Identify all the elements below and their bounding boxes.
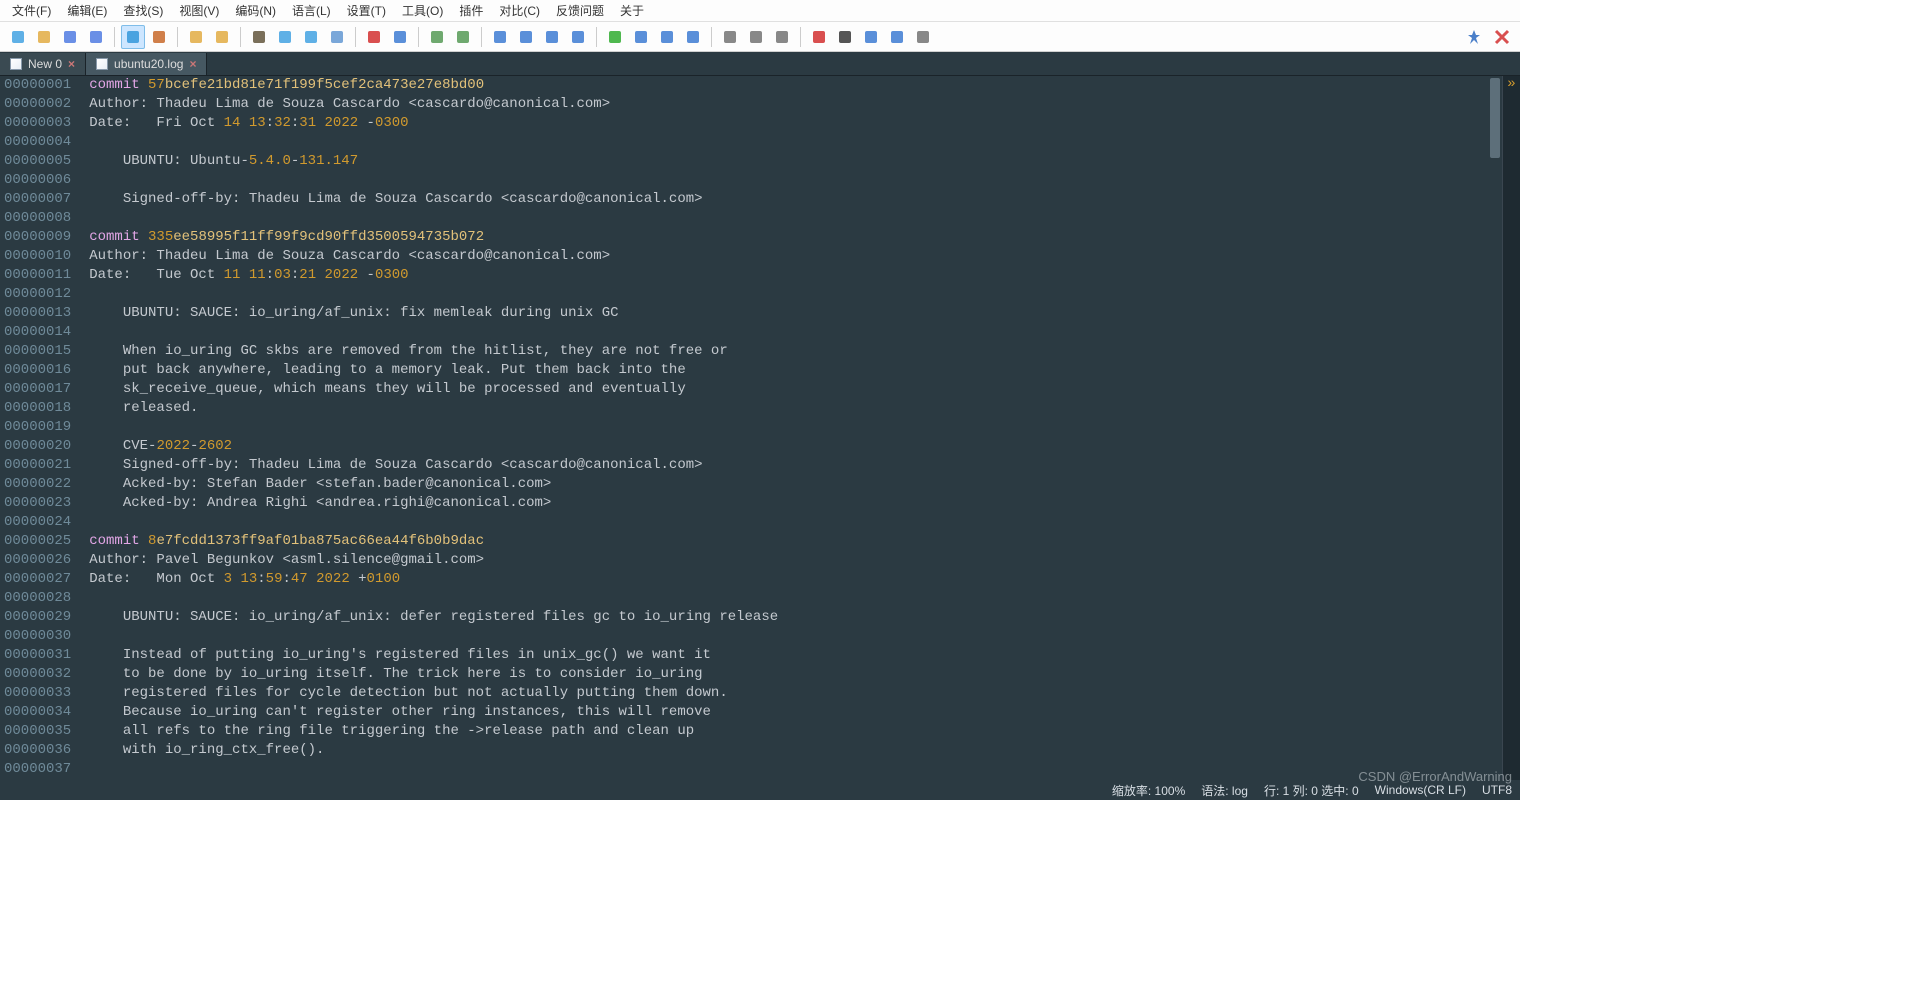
find-replace-icon[interactable]: [273, 25, 297, 49]
binoculars-icon[interactable]: [247, 25, 271, 49]
menu-编辑[interactable]: 编辑(E): [59, 0, 115, 21]
status-position: 行: 1 列: 0 选中: 0: [1264, 782, 1359, 799]
highlight-red-icon[interactable]: [362, 25, 386, 49]
menu-编码[interactable]: 编码(N): [227, 0, 284, 21]
align-left-icon[interactable]: [488, 25, 512, 49]
file-icon: [96, 58, 108, 70]
panel-split-icon[interactable]: [744, 25, 768, 49]
tab-bar: New 0 × ubuntu20.log ×: [0, 52, 1520, 76]
menu-关于[interactable]: 关于: [612, 0, 652, 21]
play-blue-icon[interactable]: [629, 25, 653, 49]
menu-文件[interactable]: 文件(F): [4, 0, 59, 21]
doc-search-icon[interactable]: [299, 25, 323, 49]
chevron-down-icon[interactable]: »: [1503, 76, 1520, 92]
panel-right-icon[interactable]: [770, 25, 794, 49]
tab-label: ubuntu20.log: [114, 57, 183, 71]
new-file-icon[interactable]: [6, 25, 30, 49]
toolbar: [0, 22, 1520, 52]
panel-left-icon[interactable]: [718, 25, 742, 49]
file-icon: [10, 58, 22, 70]
menu-插件[interactable]: 插件: [451, 0, 491, 21]
cut-icon[interactable]: [147, 25, 171, 49]
export-icon[interactable]: [911, 25, 935, 49]
stop-icon[interactable]: [833, 25, 857, 49]
menu-对比[interactable]: 对比(C): [491, 0, 548, 21]
menu-工具[interactable]: 工具(O): [394, 0, 451, 21]
close-icon[interactable]: ×: [189, 57, 196, 71]
status-bar: 缩放率: 100% 语法: log 行: 1 列: 0 选中: 0 Window…: [0, 780, 1520, 800]
menu-设置[interactable]: 设置(T): [339, 0, 394, 21]
indent-guide-icon[interactable]: [325, 25, 349, 49]
menu-反馈问题[interactable]: 反馈问题: [548, 0, 612, 21]
record-icon[interactable]: [807, 25, 831, 49]
menu-查找[interactable]: 查找(S): [115, 0, 171, 21]
code-editor[interactable]: 00000001 00000002 00000003 00000004 0000…: [0, 76, 1520, 796]
status-language[interactable]: 语法: log: [1201, 782, 1248, 799]
indent-decrease-icon[interactable]: [514, 25, 538, 49]
tab-ubuntu20-log[interactable]: ubuntu20.log ×: [86, 53, 207, 75]
tab-New-0[interactable]: New 0 ×: [0, 53, 86, 75]
zoom-out-icon[interactable]: [451, 25, 475, 49]
close-red-icon[interactable]: [1490, 25, 1514, 49]
pin-icon[interactable]: [1462, 25, 1486, 49]
menu-bar: 文件(F)编辑(E)查找(S)视图(V)编码(N)语言(L)设置(T)工具(O)…: [0, 0, 1520, 22]
open-folder-icon[interactable]: [32, 25, 56, 49]
indent-increase-icon[interactable]: [540, 25, 564, 49]
close-icon[interactable]: ×: [68, 57, 75, 71]
status-eol[interactable]: Windows(CR LF): [1375, 783, 1466, 797]
status-zoom[interactable]: 缩放率: 100%: [1112, 782, 1185, 799]
scrollbar-thumb[interactable]: [1490, 78, 1500, 158]
code-area[interactable]: commit 57bcefe21bd81e71f199f5cef2ca473e2…: [77, 76, 1488, 796]
compare-icon[interactable]: [681, 25, 705, 49]
menu-视图[interactable]: 视图(V): [171, 0, 227, 21]
fast-icon[interactable]: [885, 25, 909, 49]
menu-语言[interactable]: 语言(L): [284, 0, 339, 21]
play-green-icon[interactable]: [603, 25, 627, 49]
save-icon[interactable]: [58, 25, 82, 49]
undo-icon[interactable]: [184, 25, 208, 49]
highlight-blue-icon[interactable]: [388, 25, 412, 49]
save-all-icon[interactable]: [84, 25, 108, 49]
redo-icon[interactable]: [210, 25, 234, 49]
status-encoding[interactable]: UTF8: [1482, 783, 1512, 797]
clipboard-icon[interactable]: [121, 25, 145, 49]
step-icon[interactable]: [859, 25, 883, 49]
link-icon[interactable]: [655, 25, 679, 49]
line-number-gutter: 00000001 00000002 00000003 00000004 0000…: [0, 76, 77, 796]
wrap-icon[interactable]: [566, 25, 590, 49]
tab-label: New 0: [28, 57, 62, 71]
vertical-scrollbar[interactable]: [1488, 76, 1502, 796]
zoom-in-icon[interactable]: [425, 25, 449, 49]
change-marker-strip[interactable]: »: [1502, 76, 1520, 796]
